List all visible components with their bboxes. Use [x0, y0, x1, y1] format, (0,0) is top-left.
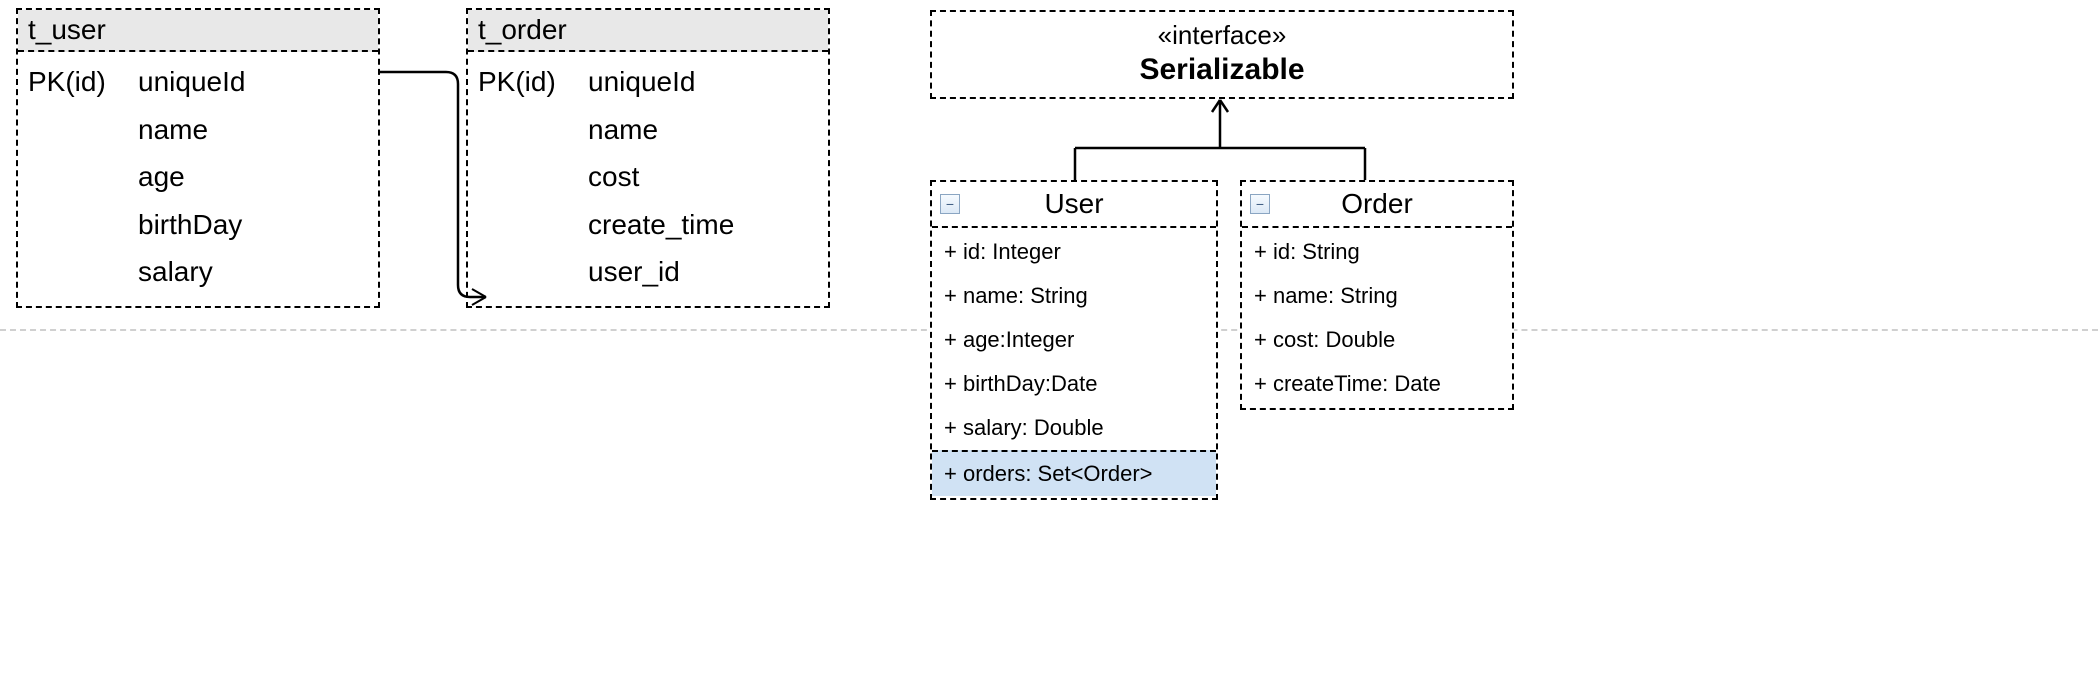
interface-name: Serializable [932, 53, 1512, 87]
table-header: t_order [468, 10, 828, 52]
table-header: t_user [18, 10, 378, 52]
pk-column: PK(id) [478, 58, 588, 296]
stereotype-label: «interface» [932, 20, 1512, 51]
class-title: − User [932, 182, 1216, 228]
table-t-user: t_user PK(id) uniqueId name age birthDay… [16, 8, 380, 308]
collapse-icon[interactable]: − [940, 194, 960, 214]
attr: + id: String [1242, 230, 1512, 274]
table-t-order: t_order PK(id) uniqueId name cost create… [466, 8, 830, 308]
attr: + cost: Double [1242, 318, 1512, 362]
class-name: User [1044, 188, 1103, 219]
field: cost [588, 153, 734, 201]
field: name [588, 106, 734, 154]
class-title: − Order [1242, 182, 1512, 228]
field: uniqueId [138, 58, 245, 106]
class-name: Order [1341, 188, 1413, 219]
class-order: − Order + id: String + name: String + co… [1240, 180, 1514, 410]
pk-column: PK(id) [28, 58, 138, 296]
attr-highlight: + orders: Set<Order> [932, 450, 1216, 496]
field: salary [138, 248, 245, 296]
collapse-icon[interactable]: − [1250, 194, 1270, 214]
attr: + birthDay:Date [932, 362, 1216, 406]
implements-connector [930, 100, 1510, 190]
fields-column: uniqueId name cost create_time user_id [588, 58, 734, 296]
field: user_id [588, 248, 734, 296]
field: name [138, 106, 245, 154]
attr: + id: Integer [932, 230, 1216, 274]
attr: + salary: Double [932, 406, 1216, 450]
field: birthDay [138, 201, 245, 249]
field: create_time [588, 201, 734, 249]
field: uniqueId [588, 58, 734, 106]
attr: + name: String [932, 274, 1216, 318]
attr: + age:Integer [932, 318, 1216, 362]
fields-column: uniqueId name age birthDay salary [138, 58, 245, 296]
interface-serializable: «interface» Serializable [930, 10, 1514, 99]
attr: + name: String [1242, 274, 1512, 318]
class-user: − User + id: Integer + name: String + ag… [930, 180, 1218, 500]
class-attrs: + id: Integer + name: String + age:Integ… [932, 228, 1216, 498]
attr: + createTime: Date [1242, 362, 1512, 406]
field: age [138, 153, 245, 201]
class-attrs: + id: String + name: String + cost: Doub… [1242, 228, 1512, 408]
